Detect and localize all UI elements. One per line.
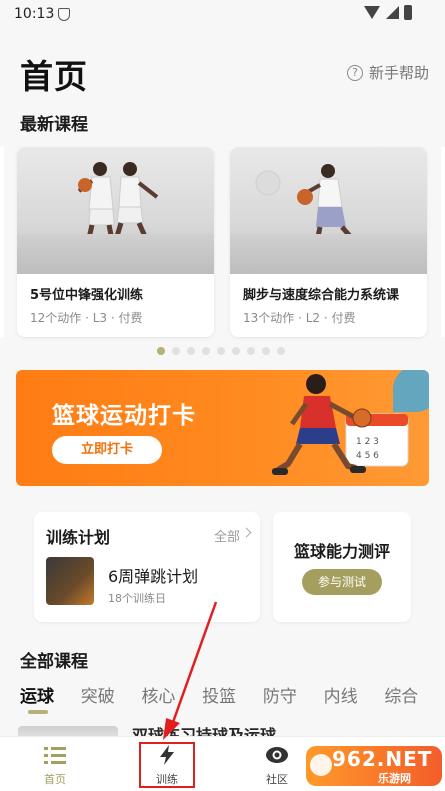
course-thumbnail bbox=[17, 147, 214, 274]
page-title: 首页 bbox=[20, 57, 88, 96]
tab-breakthrough[interactable]: 突破 bbox=[81, 682, 142, 716]
join-test-button[interactable]: 参与测试 bbox=[302, 569, 382, 595]
plan-days: 18个训练日 bbox=[108, 592, 166, 605]
pager-dot[interactable] bbox=[262, 347, 270, 355]
pager-dot[interactable] bbox=[232, 347, 240, 355]
watermark-logo-icon bbox=[310, 754, 332, 776]
site-watermark: 962.NET 乐游网 bbox=[306, 746, 442, 786]
course-card[interactable]: 脚步与速度综合能力系统课 13个动作 · L2 · 付费 bbox=[230, 147, 427, 337]
course-thumbnail bbox=[230, 147, 427, 274]
plan-name: 6周弹跳计划 bbox=[108, 567, 199, 586]
wifi-icon bbox=[364, 6, 380, 19]
battery-icon bbox=[404, 5, 412, 20]
tab-core[interactable]: 核心 bbox=[141, 682, 202, 716]
help-label: 新手帮助 bbox=[368, 64, 429, 82]
course-card[interactable]: 5号位中锋强化训练 12个动作 · L3 · 付费 bbox=[17, 147, 214, 337]
list-icon bbox=[44, 747, 66, 764]
pager-dot[interactable] bbox=[202, 347, 210, 355]
pager-dot[interactable] bbox=[172, 347, 180, 355]
course-card-edge-left[interactable] bbox=[0, 147, 4, 337]
signal-icon bbox=[386, 6, 399, 19]
training-plan-title: 训练计划 bbox=[46, 528, 111, 547]
nav-home[interactable]: 首页 bbox=[20, 737, 90, 791]
svg-text:4 5 6: 4 5 6 bbox=[356, 451, 379, 461]
status-time: 10:13 bbox=[14, 6, 55, 22]
training-plan-card[interactable]: 训练计划 全部 6周弹跳计划 18个训练日 bbox=[34, 512, 260, 622]
app-screen: 10:13 首页 ? 新手帮助 最新课程 5号位中锋强化训练 12个动作 · L… bbox=[0, 0, 445, 791]
nav-community[interactable]: 社区 bbox=[242, 737, 312, 791]
latest-courses-title: 最新课程 bbox=[20, 115, 88, 135]
pager-dot[interactable] bbox=[217, 347, 225, 355]
pager-dot[interactable] bbox=[187, 347, 195, 355]
all-courses-title: 全部课程 bbox=[20, 652, 88, 672]
status-bar: 10:13 bbox=[0, 0, 445, 30]
plan-thumbnail bbox=[46, 557, 94, 605]
training-highlight-box bbox=[139, 742, 195, 788]
course-category-tabs: 运球 突破 核心 投篮 防守 内线 综合 bbox=[20, 682, 445, 716]
view-all-plans-link[interactable]: 全部 bbox=[214, 526, 240, 545]
watermark-sub-text: 乐游网 bbox=[378, 772, 411, 785]
assessment-card[interactable]: 篮球能力测评 参与测试 bbox=[273, 512, 411, 622]
chevron-right-icon bbox=[241, 527, 252, 538]
tab-shooting[interactable]: 投篮 bbox=[202, 682, 263, 716]
watermark-main-text: 962.NET bbox=[332, 747, 433, 771]
shield-icon bbox=[58, 8, 70, 21]
tab-comprehensive[interactable]: 综合 bbox=[384, 682, 445, 716]
course-card-edge-right[interactable] bbox=[441, 147, 445, 337]
basketball-player-illustration: 1 2 3 4 5 6 bbox=[272, 374, 409, 475]
nav-community-label: 社区 bbox=[266, 773, 288, 786]
course-meta: 13个动作 · L2 · 付费 bbox=[243, 311, 356, 325]
course-name: 5号位中锋强化训练 bbox=[30, 288, 144, 303]
eye-icon bbox=[266, 747, 288, 763]
pager-dot[interactable] bbox=[277, 347, 285, 355]
nav-home-label: 首页 bbox=[44, 773, 66, 786]
assessment-title: 篮球能力测评 bbox=[293, 542, 390, 561]
active-tab-indicator bbox=[28, 710, 48, 714]
help-button[interactable]: ? 新手帮助 bbox=[346, 62, 429, 83]
course-meta: 12个动作 · L3 · 付费 bbox=[30, 311, 143, 325]
carousel-pager bbox=[157, 347, 285, 355]
pager-dot-active[interactable] bbox=[157, 347, 165, 355]
pager-dot[interactable] bbox=[247, 347, 255, 355]
checkin-banner[interactable]: 篮球运动打卡 立即打卡 1 2 3 4 5 6 bbox=[16, 370, 429, 486]
svg-text:1 2 3: 1 2 3 bbox=[356, 437, 379, 447]
question-icon: ? bbox=[346, 64, 363, 81]
tab-defense[interactable]: 防守 bbox=[263, 682, 324, 716]
tab-inside[interactable]: 内线 bbox=[324, 682, 385, 716]
course-name: 脚步与速度综合能力系统课 bbox=[243, 288, 400, 303]
